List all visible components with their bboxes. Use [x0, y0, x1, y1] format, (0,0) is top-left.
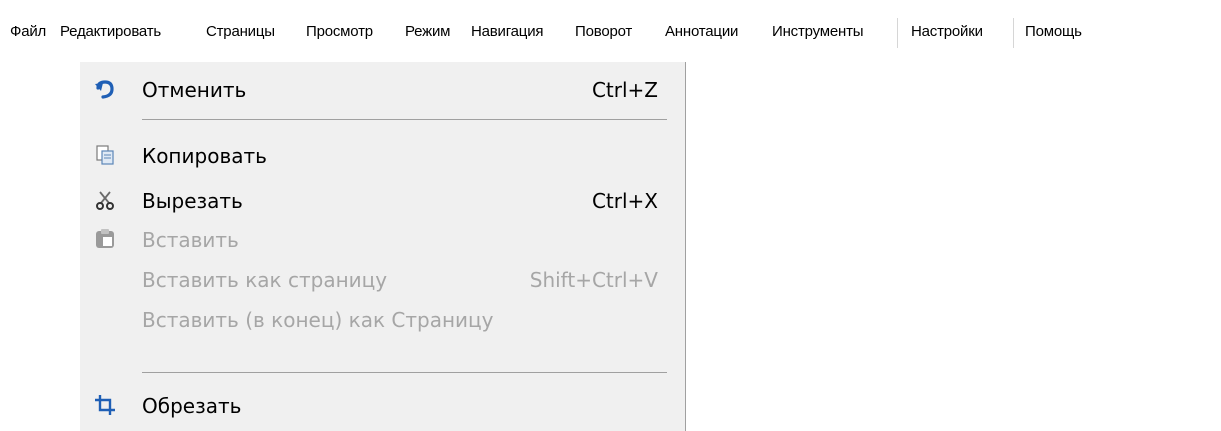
menu-navigation[interactable]: Навигация: [471, 23, 544, 40]
menu-item-shortcut: Shift+Ctrl+V: [529, 268, 658, 292]
menu-rotate[interactable]: Поворот: [575, 23, 632, 40]
menu-edit[interactable]: Редактировать: [60, 23, 161, 40]
menu-item-paste-as-page[interactable]: Вставить как страницу Shift+Ctrl+V: [80, 260, 685, 298]
paste-icon: [94, 228, 116, 250]
menu-item-label: Вставить (в конец) как Страницу: [142, 308, 494, 332]
menu-mode[interactable]: Режим: [405, 23, 450, 40]
menubar-separator: [1013, 18, 1014, 48]
scissors-icon: [94, 189, 116, 211]
menu-tools[interactable]: Инструменты: [772, 23, 864, 40]
menu-item-label: Отменить: [142, 78, 247, 102]
undo-icon: [94, 78, 116, 100]
menu-pages[interactable]: Страницы: [206, 23, 275, 40]
menu-bar: Файл Редактировать Страницы Просмотр Реж…: [0, 0, 1221, 62]
menu-item-label: Обрезать: [142, 394, 242, 418]
menu-help[interactable]: Помощь: [1025, 23, 1082, 40]
menu-file[interactable]: Файл: [10, 23, 46, 40]
menu-view[interactable]: Просмотр: [306, 23, 373, 40]
copy-icon: [94, 144, 116, 166]
crop-icon: [94, 394, 116, 416]
menu-item-label: Копировать: [142, 144, 267, 168]
menu-annotations[interactable]: Аннотации: [665, 23, 738, 40]
menu-item-label: Вставить: [142, 228, 239, 252]
menu-separator: [142, 372, 667, 373]
menu-item-paste-end-as-page[interactable]: Вставить (в конец) как Страницу: [80, 300, 685, 338]
menu-item-label: Вырезать: [142, 189, 243, 213]
menu-item-undo[interactable]: Отменить Ctrl+Z: [80, 70, 685, 108]
menubar-separator: [897, 18, 898, 48]
menu-item-crop[interactable]: Обрезать: [80, 386, 685, 424]
menu-item-shortcut: Ctrl+Z: [591, 78, 658, 102]
menu-item-copy[interactable]: Копировать: [80, 136, 685, 174]
menu-settings[interactable]: Настройки: [911, 23, 983, 40]
menu-item-label: Вставить как страницу: [142, 268, 388, 292]
menu-item-shortcut: Ctrl+X: [591, 189, 658, 213]
menu-separator: [142, 119, 667, 120]
menu-item-paste[interactable]: Вставить: [80, 220, 685, 258]
menu-item-cut[interactable]: Вырезать Ctrl+X: [80, 181, 685, 219]
edit-dropdown-menu: Отменить Ctrl+Z Копировать Вырезать Ctrl…: [80, 62, 686, 431]
